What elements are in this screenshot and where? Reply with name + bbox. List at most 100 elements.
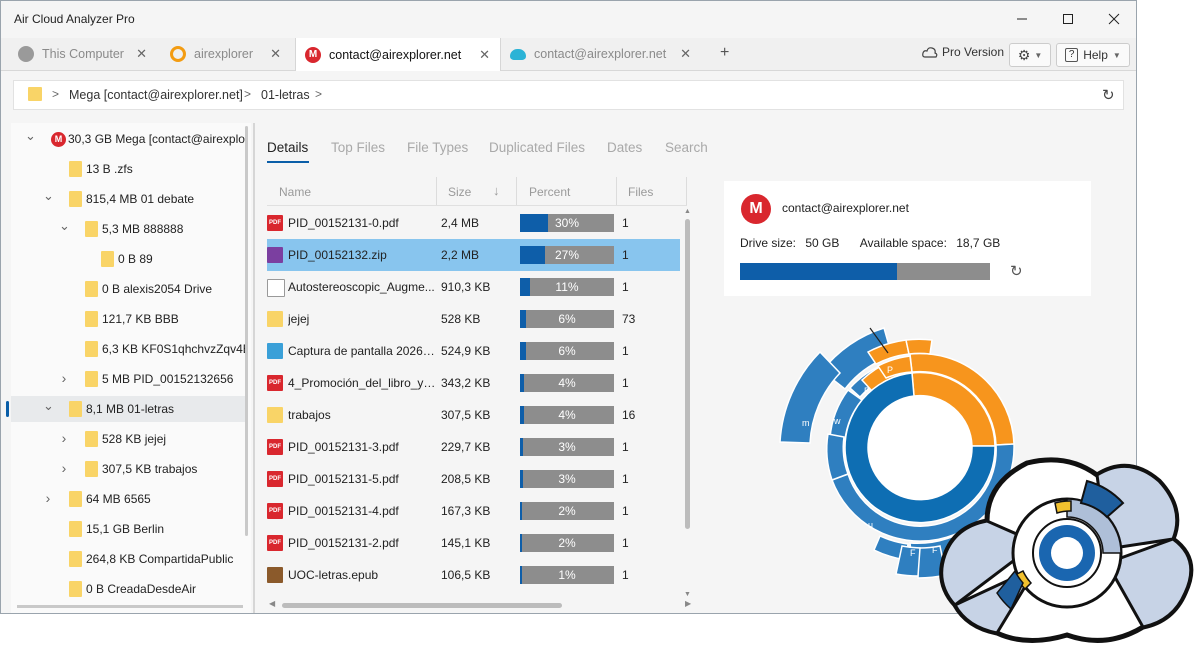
tree-item[interactable]: 0 B alexis2054 Drive [11,276,247,302]
percent-label: 6% [558,344,576,358]
settings-dropdown[interactable]: ⚙ ▼ [1009,43,1051,67]
sort-descending-icon[interactable]: ↓ [493,183,500,198]
tree-item[interactable]: › 528 KB jejej [11,426,247,452]
table-row[interactable]: PDF 4_Promoción_del_libro_y_l... 343,2 KB 4… [267,367,680,399]
pdf-icon: PDF [267,471,283,487]
tab-mega-account[interactable]: M contact@airexplorer.net ✕ [295,38,501,71]
tree-vertical-scrollbar[interactable] [245,126,248,536]
breadcrumb-item[interactable]: 01-letras [261,88,310,102]
column-files[interactable]: Files [628,185,653,199]
tab-airexplorer[interactable]: airexplorer ✕ [161,38,291,70]
chevron-right-icon: > [244,87,252,101]
refresh-icon[interactable]: ↻ [1102,86,1115,104]
column-name[interactable]: Name [279,185,311,199]
tree-item[interactable]: ⌄ 5,3 MB 888888 [11,216,247,242]
chevron-right-icon[interactable]: › [59,430,69,446]
scroll-up-arrow[interactable]: ▲ [684,208,691,215]
tab-details[interactable]: Details [267,140,308,155]
column-size[interactable]: Size [448,185,471,199]
tab-cloud-account[interactable]: contact@airexplorer.net ✕ [501,38,701,70]
table-row[interactable]: UOC-letras.epub 106,5 KB 1% 1 [267,559,680,591]
chevron-down-icon[interactable]: ⌄ [43,188,54,204]
chevron-down-icon[interactable]: ⌄ [25,128,36,144]
chevron-down-icon[interactable]: ⌄ [43,398,54,414]
folder-icon [85,371,98,387]
close-button[interactable] [1097,7,1131,31]
breadcrumb-item[interactable]: Mega [contact@airexplorer.net] [69,88,243,102]
table-row[interactable]: PDF PID_00152131-5.pdf 208,5 KB 3% 1 [267,463,680,495]
table-row[interactable]: Autostereoscopic_Augme... 910,3 KB 11% 1 [267,271,680,303]
tree-selection-marker [6,401,9,417]
table-horizontal-scrollbar[interactable] [282,603,562,608]
percent-label: 6% [558,312,576,326]
scroll-left-arrow[interactable]: ◀ [269,599,275,608]
table-vertical-scrollbar[interactable] [685,219,690,529]
tree-item-label: 5 MB PID_00152132656 [102,372,234,386]
tab-this-computer[interactable]: This Computer ✕ [11,38,157,70]
tree-item[interactable]: 264,8 KB CompartidaPublic [11,546,247,572]
app-title: Air Cloud Analyzer Pro [14,12,135,26]
pane-splitter[interactable] [253,123,255,613]
tree-item[interactable]: › 307,5 KB trabajos [11,456,247,482]
percent-bar: 3% [520,470,614,488]
tab-close-icon[interactable]: ✕ [680,46,691,62]
tab-close-icon[interactable]: ✕ [270,46,281,62]
tree-item[interactable]: 0 B 89 [11,246,247,272]
new-tab-button[interactable]: + [720,44,729,62]
chevron-right-icon[interactable]: › [43,490,53,506]
tree-item[interactable]: ⌄ 815,4 MB 01 debate [11,186,247,212]
help-dropdown[interactable]: ? Help ▼ [1056,43,1130,67]
drive-size-value: 50 GB [805,236,840,250]
tree-item[interactable]: 13 B .zfs [11,156,247,182]
file-name: PID_00152131-4.pdf [288,504,399,518]
tab-close-icon[interactable]: ✕ [479,47,490,63]
scroll-down-arrow[interactable]: ▼ [684,591,691,598]
tree-item[interactable]: › 5 MB PID_00152132656 [11,366,247,392]
table-row[interactable]: PDF PID_00152131-4.pdf 167,3 KB 2% 1 [267,495,680,527]
available-space-label: Available space: [859,236,947,250]
folder-icon [85,341,98,357]
table-row[interactable]: jejej 528 KB 6% 73 [267,303,680,335]
column-divider [516,177,517,205]
tab-dates[interactable]: Dates [607,140,642,155]
tab-duplicated-files[interactable]: Duplicated Files [489,140,585,155]
zip-icon [267,247,283,263]
percent-label: 4% [558,408,576,422]
table-row[interactable]: PID_00152132.zip 2,2 MB 27% 1 [267,239,680,271]
folder-icon [69,521,82,537]
chevron-down-icon[interactable]: ⌄ [59,218,70,234]
tab-close-icon[interactable]: ✕ [136,46,147,62]
chevron-right-icon[interactable]: › [59,460,69,476]
column-percent[interactable]: Percent [529,185,570,199]
tree-item[interactable]: 6,3 KB KF0S1qhchvzZqv4Eot [11,336,247,362]
table-row[interactable]: trabajos 307,5 KB 4% 16 [267,399,680,431]
folder-icon [69,491,82,507]
column-divider [686,177,687,205]
tree-item[interactable]: 121,7 KB BBB [11,306,247,332]
tree-item[interactable]: ⌄ M 30,3 GB Mega [contact@airexplore [11,126,247,152]
tree-item[interactable]: › 64 MB 6565 [11,486,247,512]
tree-item[interactable]: 15,1 GB Berlin [11,516,247,542]
drive-size-label: Drive size: [740,236,797,250]
minimize-button[interactable] [1005,7,1039,31]
tab-label: contact@airexplorer.net [329,47,462,62]
book-icon [267,567,283,583]
pro-version-button[interactable]: Pro Version [922,45,1004,59]
tab-top-files[interactable]: Top Files [331,140,385,155]
tree-item-label: 528 KB jejej [102,432,167,446]
file-count: 1 [622,376,629,390]
tree-horizontal-scrollbar[interactable] [17,605,243,608]
tab-file-types[interactable]: File Types [407,140,468,155]
tree-item[interactable]: 0 B CreadaDesdeAir [11,576,247,602]
table-row[interactable]: PDF PID_00152131-2.pdf 145,1 KB 2% 1 [267,527,680,559]
maximize-button[interactable] [1051,7,1085,31]
chevron-right-icon[interactable]: › [59,370,69,386]
table-row[interactable]: PDF PID_00152131-3.pdf 229,7 KB 3% 1 [267,431,680,463]
scroll-right-arrow[interactable]: ▶ [685,599,691,608]
table-row[interactable]: Captura de pantalla 2026-... 524,9 KB 6% 1 [267,335,680,367]
refresh-icon[interactable]: ↻ [1010,262,1023,280]
tree-item-label: 13 B .zfs [86,162,133,176]
tree-item[interactable]: ⌄ 8,1 MB 01-letras [11,396,247,422]
table-row[interactable]: PDF PID_00152131-0.pdf 2,4 MB 30% 1 [267,207,680,239]
tab-search[interactable]: Search [665,140,708,155]
